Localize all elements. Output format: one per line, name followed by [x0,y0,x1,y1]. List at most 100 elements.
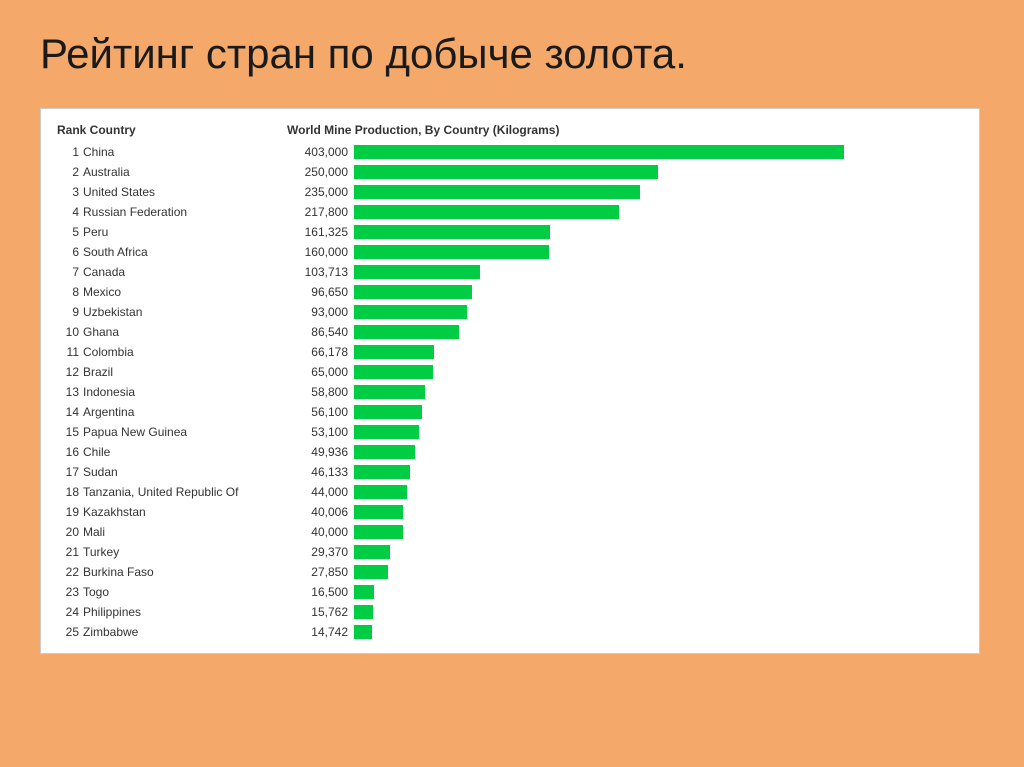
bar [354,605,373,619]
value-bar-container: 403,000 [283,145,963,159]
country-cell: Canada [83,265,283,279]
table-row: 3 United States 235,000 [57,183,963,201]
chart-rows: 1 China 403,000 2 Australia 250,000 3 Un… [57,143,963,641]
rank-cell: 6 [57,245,79,259]
value-bar-container: 161,325 [283,225,963,239]
bar [354,305,467,319]
rank-cell: 19 [57,505,79,519]
header-production: World Mine Production, By Country (Kilog… [287,123,963,137]
table-row: 8 Mexico 96,650 [57,283,963,301]
rank-cell: 17 [57,465,79,479]
table-row: 24 Philippines 15,762 [57,603,963,621]
bar [354,365,433,379]
table-row: 23 Togo 16,500 [57,583,963,601]
rank-cell: 22 [57,565,79,579]
country-cell: Philippines [83,605,283,619]
bar [354,325,459,339]
value-label: 27,850 [283,565,348,579]
table-row: 4 Russian Federation 217,800 [57,203,963,221]
table-row: 14 Argentina 56,100 [57,403,963,421]
value-label: 93,000 [283,305,348,319]
bar [354,485,407,499]
bar [354,205,619,219]
bar [354,445,415,459]
rank-cell: 25 [57,625,79,639]
country-cell: Burkina Faso [83,565,283,579]
value-label: 40,000 [283,525,348,539]
country-cell: Togo [83,585,283,599]
bar [354,465,410,479]
value-label: 161,325 [283,225,348,239]
value-bar-container: 250,000 [283,165,963,179]
value-bar-container: 14,742 [283,625,963,639]
table-row: 17 Sudan 46,133 [57,463,963,481]
value-label: 160,000 [283,245,348,259]
value-label: 46,133 [283,465,348,479]
value-bar-container: 58,800 [283,385,963,399]
page-title: Рейтинг стран по добыче золота. [40,30,984,78]
table-row: 10 Ghana 86,540 [57,323,963,341]
rank-cell: 18 [57,485,79,499]
rank-cell: 14 [57,405,79,419]
table-row: 25 Zimbabwe 14,742 [57,623,963,641]
rank-cell: 23 [57,585,79,599]
rank-cell: 9 [57,305,79,319]
rank-cell: 12 [57,365,79,379]
country-cell: Chile [83,445,283,459]
value-bar-container: 15,762 [283,605,963,619]
table-row: 18 Tanzania, United Republic Of 44,000 [57,483,963,501]
chart-container: Rank Country World Mine Production, By C… [40,108,980,654]
country-cell: Sudan [83,465,283,479]
rank-cell: 3 [57,185,79,199]
value-bar-container: 96,650 [283,285,963,299]
rank-cell: 5 [57,225,79,239]
table-row: 20 Mali 40,000 [57,523,963,541]
value-bar-container: 49,936 [283,445,963,459]
bar [354,425,419,439]
header-rank-country: Rank Country [57,123,287,137]
table-row: 19 Kazakhstan 40,006 [57,503,963,521]
table-row: 12 Brazil 65,000 [57,363,963,381]
country-cell: Colombia [83,345,283,359]
rank-cell: 16 [57,445,79,459]
value-bar-container: 27,850 [283,565,963,579]
value-label: 66,178 [283,345,348,359]
value-label: 403,000 [283,145,348,159]
country-cell: Peru [83,225,283,239]
bar [354,185,640,199]
country-cell: Mali [83,525,283,539]
table-row: 6 South Africa 160,000 [57,243,963,261]
country-cell: South Africa [83,245,283,259]
value-label: 65,000 [283,365,348,379]
value-label: 58,800 [283,385,348,399]
country-cell: Indonesia [83,385,283,399]
rank-cell: 7 [57,265,79,279]
country-cell: Russian Federation [83,205,283,219]
table-row: 22 Burkina Faso 27,850 [57,563,963,581]
value-label: 217,800 [283,205,348,219]
value-bar-container: 103,713 [283,265,963,279]
value-label: 44,000 [283,485,348,499]
bar [354,525,403,539]
country-cell: Kazakhstan [83,505,283,519]
bar [354,285,472,299]
bar [354,265,480,279]
table-row: 15 Papua New Guinea 53,100 [57,423,963,441]
bar [354,165,658,179]
value-bar-container: 235,000 [283,185,963,199]
table-row: 11 Colombia 66,178 [57,343,963,361]
bar [354,385,425,399]
table-row: 7 Canada 103,713 [57,263,963,281]
value-bar-container: 86,540 [283,325,963,339]
value-bar-container: 44,000 [283,485,963,499]
country-cell: Australia [83,165,283,179]
rank-cell: 2 [57,165,79,179]
value-bar-container: 65,000 [283,365,963,379]
table-row: 16 Chile 49,936 [57,443,963,461]
country-cell: Uzbekistan [83,305,283,319]
bar [354,565,388,579]
bar [354,585,374,599]
value-label: 56,100 [283,405,348,419]
rank-cell: 13 [57,385,79,399]
value-bar-container: 16,500 [283,585,963,599]
